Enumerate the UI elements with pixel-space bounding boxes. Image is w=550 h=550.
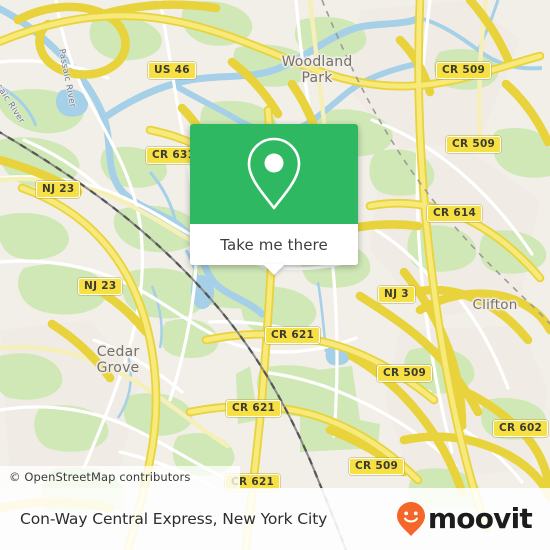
take-me-there-label: Take me there xyxy=(220,235,328,254)
popup-footer[interactable]: Take me there xyxy=(190,224,358,275)
bottom-bar: Con-Way Central Express, New York City m… xyxy=(0,488,550,550)
shield-nj-23-top: NJ 23 xyxy=(36,181,81,198)
moovit-logo[interactable]: moovit xyxy=(396,501,533,537)
shield-nj-23-bottom: NJ 23 xyxy=(78,278,123,295)
shield-cr-509-mid: CR 509 xyxy=(446,136,502,153)
shield-cr-621-mid: CR 621 xyxy=(226,400,282,417)
moovit-pin-icon xyxy=(396,502,425,536)
shield-cr-602: CR 602 xyxy=(493,420,549,437)
shield-cr-509-lower: CR 509 xyxy=(377,365,433,382)
location-popup-card[interactable]: Take me there xyxy=(190,124,358,275)
shield-cr-509-top: CR 509 xyxy=(436,62,492,79)
popup-image-area xyxy=(190,124,358,224)
shield-us-46: US 46 xyxy=(148,62,196,79)
shield-cr-621-upper: CR 621 xyxy=(265,327,321,344)
popup-pointer-tail xyxy=(263,264,285,275)
openstreetmap-attribution[interactable]: © OpenStreetMap contributors xyxy=(9,470,190,484)
shield-cr-614: CR 614 xyxy=(427,205,483,222)
moovit-wordmark: moovit xyxy=(427,502,533,535)
shield-cr-509-bottom: CR 509 xyxy=(349,458,405,475)
attribution-bar: © OpenStreetMap contributors xyxy=(0,466,240,488)
shield-nj-3: NJ 3 xyxy=(378,286,415,303)
location-title: Con-Way Central Express, New York City xyxy=(20,510,328,528)
map-pin-icon xyxy=(247,137,301,210)
map-screenshot: Woodland Park Cedar Grove Clifton Passai… xyxy=(0,0,550,550)
